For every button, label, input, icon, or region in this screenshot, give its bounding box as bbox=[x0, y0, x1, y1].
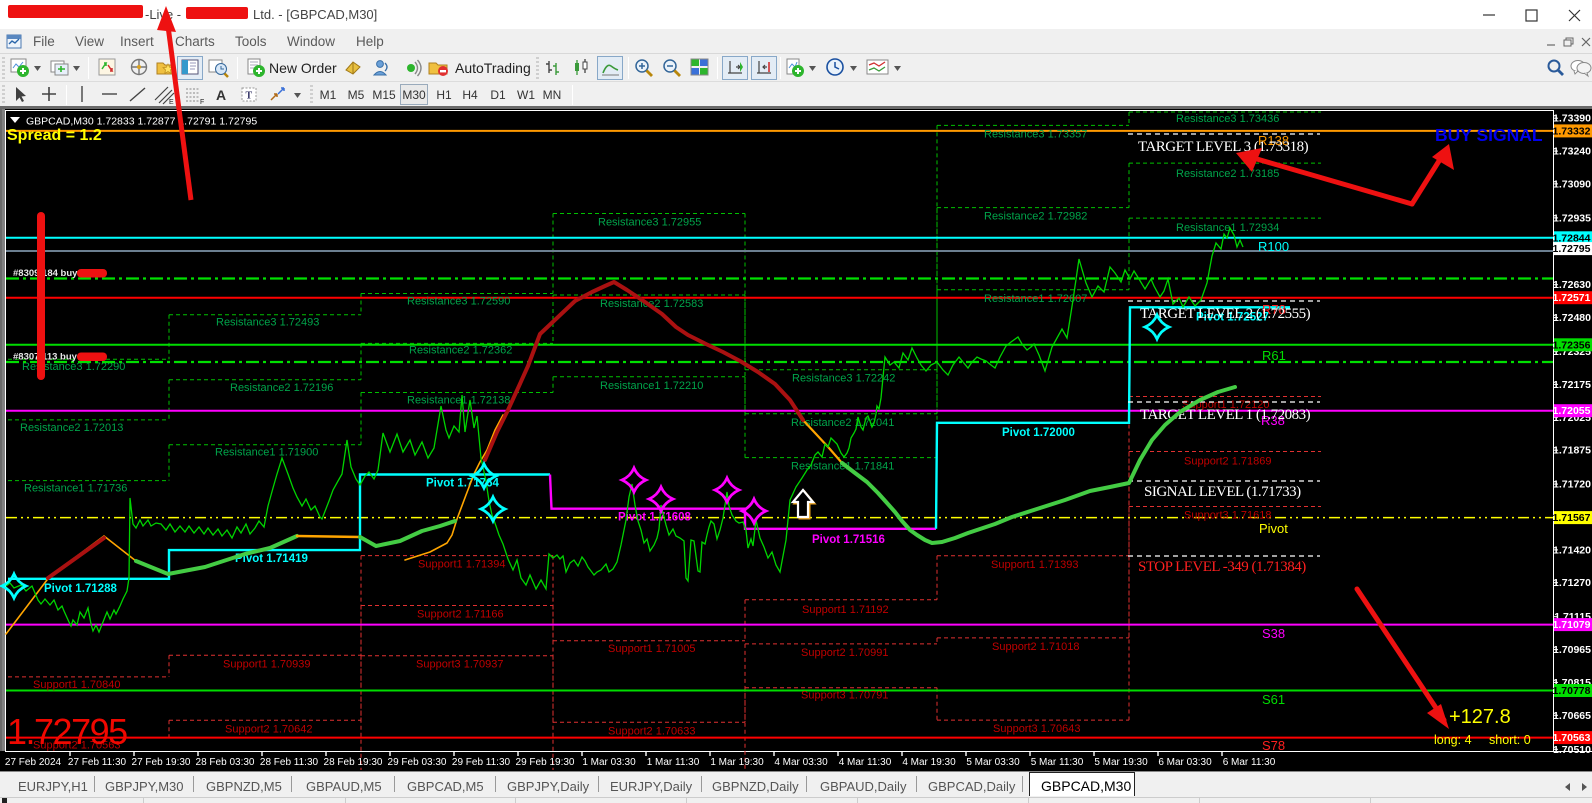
svg-text:6 Mar 11:30: 6 Mar 11:30 bbox=[1223, 757, 1276, 768]
svg-text:1.70965: 1.70965 bbox=[1553, 644, 1591, 656]
svg-text:1.70510: 1.70510 bbox=[1553, 744, 1591, 756]
svg-text:1.70778: 1.70778 bbox=[1553, 685, 1591, 697]
svg-text:Support1 1.70840: Support1 1.70840 bbox=[33, 679, 120, 691]
svg-text:1.72935: 1.72935 bbox=[1553, 212, 1591, 224]
svg-text:1.73240: 1.73240 bbox=[1553, 146, 1591, 158]
svg-text:S61: S61 bbox=[1262, 692, 1285, 707]
svg-text:1.72795: 1.72795 bbox=[1553, 243, 1591, 255]
svg-text:Support2 1.71166: Support2 1.71166 bbox=[417, 609, 504, 621]
svg-text:1.70563: 1.70563 bbox=[1553, 732, 1591, 744]
svg-text:27 Feb 19:30: 27 Feb 19:30 bbox=[132, 757, 191, 768]
svg-text:Resistance1 1.72934: Resistance1 1.72934 bbox=[1176, 222, 1279, 234]
svg-text:1.71567: 1.71567 bbox=[1553, 512, 1591, 524]
svg-text:Support1 1.71393: Support1 1.71393 bbox=[991, 559, 1078, 571]
svg-text:Support1 1.71394: Support1 1.71394 bbox=[418, 559, 505, 571]
svg-text:5 Mar 11:30: 5 Mar 11:30 bbox=[1031, 757, 1084, 768]
svg-text:TARGET LEVEL 2 (1.72555): TARGET LEVEL 2 (1.72555) bbox=[1140, 306, 1311, 322]
svg-text:1.71420: 1.71420 bbox=[1553, 544, 1591, 556]
svg-text:Resistance1 1.72607: Resistance1 1.72607 bbox=[984, 293, 1087, 305]
svg-text:Support1 1.71192: Support1 1.71192 bbox=[802, 604, 889, 616]
svg-text:1.71270: 1.71270 bbox=[1553, 577, 1591, 589]
svg-text:Support3 1.70937: Support3 1.70937 bbox=[416, 659, 503, 671]
svg-text:Support2 1.71869: Support2 1.71869 bbox=[1184, 456, 1271, 468]
svg-text:S78: S78 bbox=[1262, 738, 1285, 753]
svg-text:R61: R61 bbox=[1262, 348, 1286, 363]
svg-text:Support3 1.70643: Support3 1.70643 bbox=[993, 723, 1080, 735]
svg-text:Resistance2 1.72982: Resistance2 1.72982 bbox=[984, 211, 1087, 223]
svg-text:Support1 1.71005: Support1 1.71005 bbox=[608, 643, 695, 655]
svg-text:1.71079: 1.71079 bbox=[1553, 619, 1591, 631]
svg-text:5 Mar 03:30: 5 Mar 03:30 bbox=[966, 757, 1020, 768]
svg-text:1.73090: 1.73090 bbox=[1553, 178, 1591, 190]
svg-text:1.71720: 1.71720 bbox=[1553, 479, 1591, 491]
svg-text:Pivot 1.71288: Pivot 1.71288 bbox=[44, 583, 117, 595]
svg-text:4 Mar 19:30: 4 Mar 19:30 bbox=[902, 757, 956, 768]
svg-text:Support2 1.70642: Support2 1.70642 bbox=[225, 723, 312, 735]
svg-text:29 Feb 11:30: 29 Feb 11:30 bbox=[452, 757, 511, 768]
svg-text:Resistance3 1.72242: Resistance3 1.72242 bbox=[792, 373, 895, 385]
svg-text:Support3 1.70791: Support3 1.70791 bbox=[801, 690, 888, 702]
svg-text:Resistance1 1.72138: Resistance1 1.72138 bbox=[407, 395, 510, 407]
svg-text:28 Feb 03:30: 28 Feb 03:30 bbox=[196, 757, 255, 768]
svg-text:Resistance3 1.72955: Resistance3 1.72955 bbox=[598, 217, 701, 229]
svg-text:Pivot: Pivot bbox=[1259, 521, 1288, 536]
svg-text:28 Feb 11:30: 28 Feb 11:30 bbox=[260, 757, 319, 768]
svg-text:1.72175: 1.72175 bbox=[1553, 379, 1591, 391]
svg-text:Resistance1 1.71736: Resistance1 1.71736 bbox=[24, 483, 127, 495]
svg-text:Support3 1.71618: Support3 1.71618 bbox=[1184, 510, 1271, 522]
svg-text:long: 4: long: 4 bbox=[1434, 733, 1472, 747]
svg-text:1.72480: 1.72480 bbox=[1553, 312, 1591, 324]
svg-text:1.72630: 1.72630 bbox=[1553, 279, 1591, 291]
svg-text:short: 0: short: 0 bbox=[1489, 733, 1531, 747]
svg-text:Resistance2 1.72362: Resistance2 1.72362 bbox=[409, 344, 512, 356]
svg-text:Resistance2 1.73185: Resistance2 1.73185 bbox=[1176, 168, 1279, 180]
svg-text:27 Feb 11:30: 27 Feb 11:30 bbox=[68, 757, 127, 768]
svg-text:1.70665: 1.70665 bbox=[1553, 710, 1591, 722]
svg-text:1.72055: 1.72055 bbox=[1553, 405, 1591, 417]
svg-text:1 Mar 11:30: 1 Mar 11:30 bbox=[647, 757, 700, 768]
svg-text:Resistance2 1.72013: Resistance2 1.72013 bbox=[20, 422, 123, 434]
svg-text:Support1 1.70939: Support1 1.70939 bbox=[223, 658, 310, 670]
svg-text:1.72356: 1.72356 bbox=[1553, 339, 1591, 351]
svg-text:SIGNAL LEVEL (1.71733): SIGNAL LEVEL (1.71733) bbox=[1144, 484, 1301, 500]
svg-text:1.72571: 1.72571 bbox=[1553, 292, 1591, 304]
svg-text:Support2 1.71018: Support2 1.71018 bbox=[992, 641, 1079, 653]
svg-text:Pivot 1.71516: Pivot 1.71516 bbox=[812, 534, 885, 546]
svg-text:#8307 113 buy: #8307 113 buy bbox=[13, 352, 78, 363]
svg-text:4 Mar 11:30: 4 Mar 11:30 bbox=[839, 757, 892, 768]
svg-text:29 Feb 19:30: 29 Feb 19:30 bbox=[516, 757, 575, 768]
svg-text:27 Feb 2024: 27 Feb 2024 bbox=[5, 757, 62, 768]
svg-text:#8309 184 buy: #8309 184 buy bbox=[13, 268, 78, 279]
svg-text:Resistance3 1.72590: Resistance3 1.72590 bbox=[407, 296, 510, 308]
svg-text:TARGET LEVEL 3 (1.73318): TARGET LEVEL 3 (1.73318) bbox=[1138, 139, 1309, 155]
svg-text:Support2 1.70633: Support2 1.70633 bbox=[608, 725, 695, 737]
svg-text:BUY SIGNAL: BUY SIGNAL bbox=[1435, 125, 1543, 145]
svg-text:Resistance1 1.72210: Resistance1 1.72210 bbox=[600, 380, 703, 392]
svg-text:1.73332: 1.73332 bbox=[1553, 125, 1591, 137]
svg-text:Resistance3 1.73357: Resistance3 1.73357 bbox=[984, 128, 1087, 140]
svg-text:Resistance2 1.72196: Resistance2 1.72196 bbox=[230, 382, 333, 394]
svg-text:4 Mar 03:30: 4 Mar 03:30 bbox=[774, 757, 828, 768]
svg-text:+127.8: +127.8 bbox=[1449, 706, 1511, 728]
svg-text:S38: S38 bbox=[1262, 626, 1285, 641]
svg-text:R100: R100 bbox=[1258, 239, 1289, 254]
svg-text:1.73390: 1.73390 bbox=[1553, 113, 1591, 125]
svg-text:6 Mar 03:30: 6 Mar 03:30 bbox=[1158, 757, 1212, 768]
svg-text:1.72795: 1.72795 bbox=[7, 711, 127, 752]
svg-text:Resistance3 1.73436: Resistance3 1.73436 bbox=[1176, 113, 1279, 125]
svg-text:5 Mar 19:30: 5 Mar 19:30 bbox=[1094, 757, 1148, 768]
svg-text:1.71875: 1.71875 bbox=[1553, 445, 1591, 457]
svg-text:29 Feb 03:30: 29 Feb 03:30 bbox=[388, 757, 447, 768]
svg-text:Pivot 1.71608: Pivot 1.71608 bbox=[618, 512, 691, 524]
svg-text:Resistance3 1.72493: Resistance3 1.72493 bbox=[216, 317, 319, 329]
svg-text:TARGET LEVEL 1 (1.72083): TARGET LEVEL 1 (1.72083) bbox=[1140, 407, 1311, 423]
svg-text:STOP LEVEL -349 (1.71384): STOP LEVEL -349 (1.71384) bbox=[1138, 559, 1306, 575]
svg-text:Support2 1.70991: Support2 1.70991 bbox=[801, 647, 888, 659]
svg-text:Pivot 1.72000: Pivot 1.72000 bbox=[1002, 427, 1075, 439]
svg-text:1 Mar 19:30: 1 Mar 19:30 bbox=[710, 757, 764, 768]
svg-text:Resistance1 1.71900: Resistance1 1.71900 bbox=[215, 447, 318, 459]
svg-text:28 Feb 19:30: 28 Feb 19:30 bbox=[324, 757, 383, 768]
svg-text:1 Mar 03:30: 1 Mar 03:30 bbox=[582, 757, 636, 768]
